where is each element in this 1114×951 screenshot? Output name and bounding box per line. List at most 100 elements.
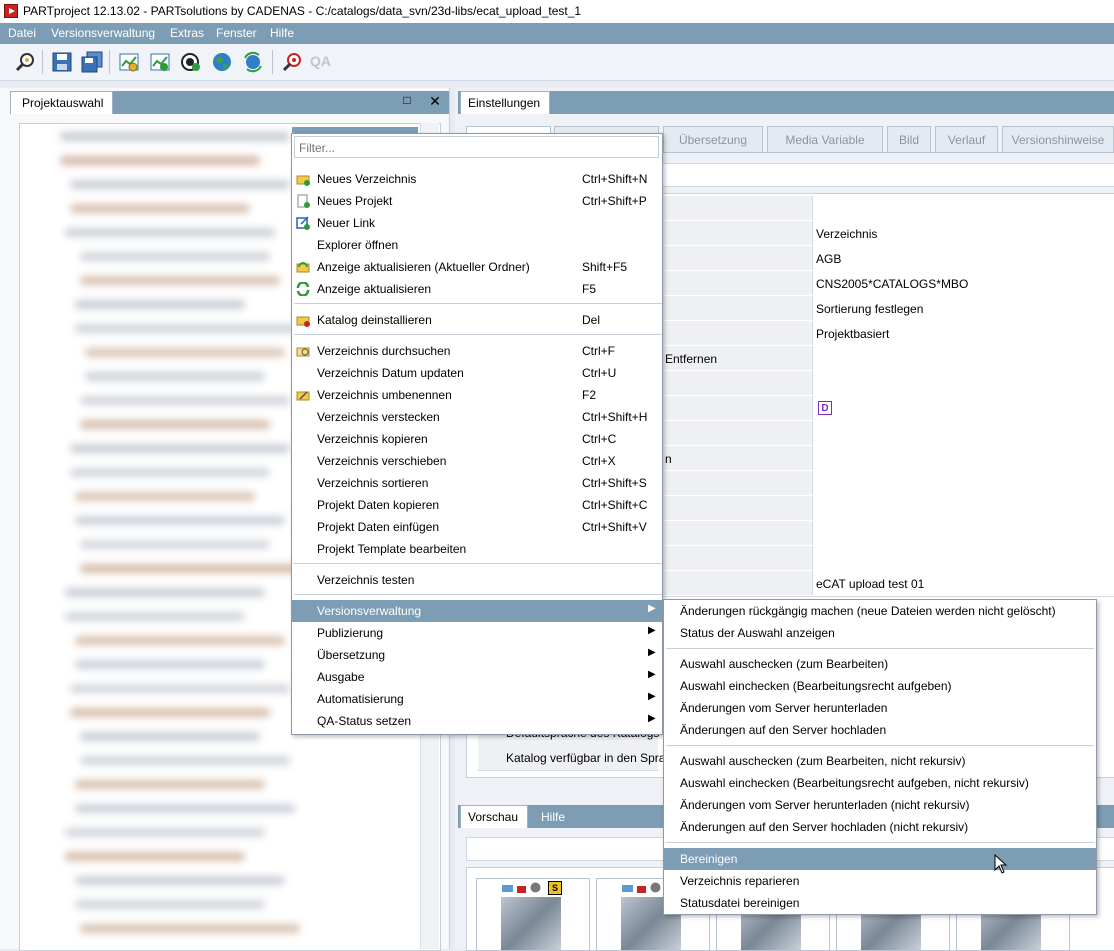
mouse-cursor-icon xyxy=(994,854,1008,874)
blurred-tree-row xyxy=(75,780,265,789)
submenu-arrow-icon: ▶ xyxy=(648,647,656,658)
subtab-uebersetzung[interactable]: Übersetzung xyxy=(663,126,763,153)
sync-globe-icon[interactable] xyxy=(242,51,264,73)
submenu-item-status-anzeigen[interactable]: Status der Auswahl anzeigen xyxy=(664,622,1096,644)
menu-separator xyxy=(294,594,662,595)
submenu-item-bereinigen[interactable]: Bereinigen xyxy=(664,848,1096,870)
menu-item-explorer-oeffnen[interactable]: Explorer öffnen xyxy=(292,234,662,256)
menu-item-verzeichnis-testen[interactable]: Verzeichnis testen xyxy=(292,569,662,591)
subtab-verlauf[interactable]: Verlauf xyxy=(935,126,998,153)
menu-datei[interactable]: Datei xyxy=(8,26,36,40)
chart-export-icon[interactable] xyxy=(118,51,140,73)
menu-versionsverwaltung[interactable]: Versionsverwaltung xyxy=(51,26,155,40)
property-label-partial: n xyxy=(665,452,672,466)
menu-item-versionsverwaltung[interactable]: Versionsverwaltung ▶ xyxy=(292,600,662,622)
menu-item-neues-verzeichnis[interactable]: Neues Verzeichnis Ctrl+Shift+N xyxy=(292,168,662,190)
search-icon[interactable] xyxy=(14,51,36,73)
property-value: Verzeichnis xyxy=(816,227,878,241)
menu-item-ausgabe[interactable]: Ausgabe ▶ xyxy=(292,666,662,688)
submenu-item-herunterladen-nicht-rekursiv[interactable]: Änderungen vom Server herunterladen (nic… xyxy=(664,794,1096,816)
blurred-tree-row xyxy=(80,924,300,933)
close-icon[interactable]: ✕ xyxy=(427,93,443,109)
submenu-item-einchecken-nicht-rekursiv[interactable]: Auswahl einchecken (Bearbeitungsrecht au… xyxy=(664,772,1096,794)
part-image xyxy=(501,897,561,950)
window-title: PARTproject 12.13.02 - PARTsolutions by … xyxy=(23,4,582,18)
menu-item-verzeichnis-verstecken[interactable]: Verzeichnis verstecken Ctrl+Shift+H xyxy=(292,406,662,428)
menu-item-katalog-deinstallieren[interactable]: Katalog deinstallieren Del xyxy=(292,309,662,331)
table-row[interactable]: Katalog verfügbar in den Spra xyxy=(478,745,665,771)
submenu-item-herunterladen[interactable]: Änderungen vom Server herunterladen xyxy=(664,697,1096,719)
menu-item-anzeige-aktualisieren[interactable]: Anzeige aktualisieren F5 xyxy=(292,278,662,300)
menu-hilfe[interactable]: Hilfe xyxy=(270,26,294,40)
search-red-icon[interactable] xyxy=(281,51,303,73)
submenu-arrow-icon: ▶ xyxy=(648,691,656,702)
menu-item-publizierung[interactable]: Publizierung ▶ xyxy=(292,622,662,644)
search-folder-icon xyxy=(296,347,310,357)
menu-item-projekt-daten-kopieren[interactable]: Projekt Daten kopieren Ctrl+Shift+C xyxy=(292,494,662,516)
blurred-tree-row xyxy=(75,876,285,885)
menu-fenster[interactable]: Fenster xyxy=(216,26,257,40)
submenu-item-einchecken[interactable]: Auswahl einchecken (Bearbeitungsrecht au… xyxy=(664,675,1096,697)
save-icon[interactable] xyxy=(51,51,73,73)
property-value: eCAT upload test 01 xyxy=(816,577,925,591)
blurred-tree-row xyxy=(80,396,290,405)
maximize-icon[interactable]: □ xyxy=(399,93,415,109)
subtab-bild[interactable]: Bild xyxy=(887,126,931,153)
filter-input[interactable] xyxy=(297,138,651,158)
menu-item-verzeichnis-durchsuchen[interactable]: Verzeichnis durchsuchen Ctrl+F xyxy=(292,340,662,362)
menu-separator xyxy=(666,745,1094,746)
menu-item-verzeichnis-umbenennen[interactable]: Verzeichnis umbenennen F2 xyxy=(292,384,662,406)
blurred-tree-row xyxy=(80,420,270,429)
lock-icon xyxy=(637,886,646,893)
target-icon[interactable] xyxy=(180,51,202,73)
menu-item-anzeige-aktualisieren-ordner[interactable]: Anzeige aktualisieren (Aktueller Ordner)… xyxy=(292,256,662,278)
menu-item-verzeichnis-kopieren[interactable]: Verzeichnis kopieren Ctrl+C xyxy=(292,428,662,450)
property-label-partial: Entfernen xyxy=(665,352,718,366)
menu-separator xyxy=(294,563,662,564)
new-folder-icon xyxy=(296,175,310,186)
blurred-tree-row xyxy=(65,588,265,597)
blurred-tree-row xyxy=(80,540,270,549)
context-menu-filter[interactable] xyxy=(294,136,659,158)
menu-item-verzeichnis-datum-updaten[interactable]: Verzeichnis Datum updaten Ctrl+U xyxy=(292,362,662,384)
subtab-media-variable[interactable]: Media Variable xyxy=(767,126,883,153)
submenu-item-hochladen-nicht-rekursiv[interactable]: Änderungen auf den Server hochladen (nic… xyxy=(664,816,1096,838)
menu-item-projekt-template-bearbeiten[interactable]: Projekt Template bearbeiten xyxy=(292,538,662,560)
s-badge-icon: S xyxy=(548,881,562,895)
submenu-item-verzeichnis-reparieren[interactable]: Verzeichnis reparieren xyxy=(664,870,1096,892)
refresh-icon xyxy=(296,282,310,296)
menu-item-neuer-link[interactable]: Neuer Link xyxy=(292,212,662,234)
menu-separator xyxy=(666,648,1094,649)
menu-extras[interactable]: Extras xyxy=(170,26,204,40)
uninstall-icon xyxy=(296,316,310,327)
blurred-tree-row xyxy=(70,204,250,213)
menu-item-neues-projekt[interactable]: Neues Projekt Ctrl+Shift+P xyxy=(292,190,662,212)
tab-hilfe[interactable]: Hilfe xyxy=(541,810,565,824)
save-all-icon[interactable] xyxy=(81,51,103,73)
submenu-item-auschecken[interactable]: Auswahl auschecken (zum Bearbeiten) xyxy=(664,653,1096,675)
menu-item-uebersetzung[interactable]: Übersetzung ▶ xyxy=(292,644,662,666)
blurred-tree-row xyxy=(65,612,245,621)
submenu-item-statusdatei-bereinigen[interactable]: Statusdatei bereinigen xyxy=(664,892,1096,914)
menu-item-projekt-daten-einfuegen[interactable]: Projekt Daten einfügen Ctrl+Shift+V xyxy=(292,516,662,538)
submenu-item-hochladen[interactable]: Änderungen auf den Server hochladen xyxy=(664,719,1096,741)
d-badge-icon: D xyxy=(818,401,832,415)
blurred-tree-row xyxy=(70,444,290,453)
menu-item-automatisierung[interactable]: Automatisierung ▶ xyxy=(292,688,662,710)
right-tab-bar xyxy=(458,91,1114,114)
submenu-arrow-icon: ▶ xyxy=(648,625,656,636)
folder-icon xyxy=(502,885,513,892)
chart-check-icon[interactable] xyxy=(149,51,171,73)
menu-item-verzeichnis-verschieben[interactable]: Verzeichnis verschieben Ctrl+X xyxy=(292,450,662,472)
blurred-tree-row xyxy=(65,828,265,837)
blurred-tree-row xyxy=(75,516,285,525)
preview-thumbnail[interactable]: S xyxy=(476,878,590,951)
submenu-item-auschecken-nicht-rekursiv[interactable]: Auswahl auschecken (zum Bearbeiten, nich… xyxy=(664,750,1096,772)
menu-item-qa-status-setzen[interactable]: QA-Status setzen ▶ xyxy=(292,710,662,732)
subtab-versionshinweise[interactable]: Versionshinweise xyxy=(1002,126,1114,153)
globe-icon[interactable] xyxy=(211,51,233,73)
lock-icon xyxy=(517,886,526,893)
menu-item-verzeichnis-sortieren[interactable]: Verzeichnis sortieren Ctrl+Shift+S xyxy=(292,472,662,494)
blurred-tree-row xyxy=(75,636,285,645)
submenu-item-aenderungen-rueckgaengig[interactable]: Änderungen rückgängig machen (neue Datei… xyxy=(664,600,1096,622)
